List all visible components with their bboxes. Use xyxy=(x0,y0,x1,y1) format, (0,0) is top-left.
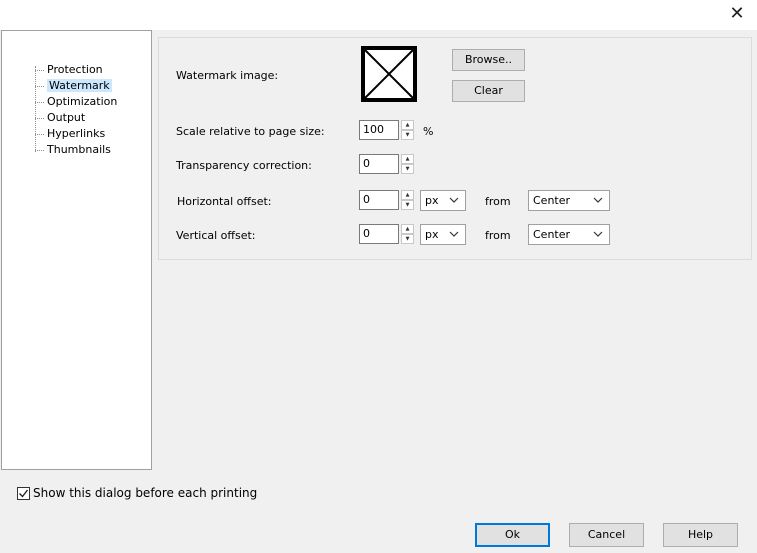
watermark-image-preview xyxy=(361,46,417,102)
spin-up-icon[interactable]: ▲ xyxy=(401,190,414,200)
settings-tree: Protection Watermark Optimization Output… xyxy=(1,30,152,470)
transparency-input[interactable]: 0 xyxy=(359,154,399,174)
tree-item-label: Watermark xyxy=(47,79,112,92)
empty-image-icon xyxy=(361,46,417,102)
scale-label: Scale relative to page size: xyxy=(176,125,325,138)
spin-up-icon[interactable]: ▲ xyxy=(401,154,414,164)
show-dialog-checkbox[interactable] xyxy=(17,487,30,500)
clear-button[interactable]: Clear xyxy=(452,80,525,102)
spin-down-icon[interactable]: ▼ xyxy=(401,200,414,210)
tree-item-label: Thumbnails xyxy=(47,143,111,156)
horizontal-from-select[interactable]: Center xyxy=(528,190,610,211)
vertical-offset-label: Vertical offset: xyxy=(176,229,256,242)
tree-item-protection[interactable]: Protection xyxy=(35,62,106,78)
horizontal-from-value: Center xyxy=(533,194,571,207)
vertical-from-label: from xyxy=(485,229,511,242)
spin-down-icon[interactable]: ▼ xyxy=(401,164,414,174)
horizontal-from-label: from xyxy=(485,195,511,208)
spin-up-icon[interactable]: ▲ xyxy=(401,120,414,130)
tree-item-hyperlinks[interactable]: Hyperlinks xyxy=(35,126,108,142)
ok-button[interactable]: Ok xyxy=(475,523,550,547)
watermark-image-label: Watermark image: xyxy=(176,69,279,82)
cancel-button[interactable]: Cancel xyxy=(569,523,644,547)
chevron-down-icon xyxy=(593,231,603,237)
vertical-unit-value: px xyxy=(425,228,439,241)
horizontal-unit-value: px xyxy=(425,194,439,207)
close-icon[interactable]: ✕ xyxy=(726,4,748,26)
horizontal-unit-select[interactable]: px xyxy=(420,190,466,211)
spin-down-icon[interactable]: ▼ xyxy=(401,234,414,244)
vertical-from-select[interactable]: Center xyxy=(528,224,610,245)
horizontal-offset-input[interactable]: 0 xyxy=(359,190,399,210)
transparency-label: Transparency correction: xyxy=(176,159,312,172)
tree-item-optimization[interactable]: Optimization xyxy=(35,94,120,110)
vertical-unit-select[interactable]: px xyxy=(420,224,466,245)
tree-item-label: Optimization xyxy=(47,95,118,108)
tree-item-label: Protection xyxy=(47,63,103,76)
horizontal-offset-label: Horizontal offset: xyxy=(177,195,272,208)
help-button[interactable]: Help xyxy=(663,523,738,547)
show-dialog-label[interactable]: Show this dialog before each printing xyxy=(33,486,257,500)
tree-item-label: Output xyxy=(47,111,86,124)
vertical-from-value: Center xyxy=(533,228,571,241)
tree-item-watermark[interactable]: Watermark xyxy=(35,78,115,94)
scale-input[interactable]: 100 xyxy=(359,120,399,140)
spin-down-icon[interactable]: ▼ xyxy=(401,130,414,140)
tree-item-label: Hyperlinks xyxy=(47,127,106,140)
tree-item-output[interactable]: Output xyxy=(35,110,88,126)
chevron-down-icon xyxy=(449,197,459,203)
browse-button[interactable]: Browse.. xyxy=(452,49,525,71)
scale-unit: % xyxy=(423,125,434,138)
chevron-down-icon xyxy=(593,197,603,203)
spin-up-icon[interactable]: ▲ xyxy=(401,224,414,234)
vertical-offset-input[interactable]: 0 xyxy=(359,224,399,244)
title-bar: ✕ xyxy=(0,0,757,30)
checkmark-icon xyxy=(19,489,29,498)
tree-item-thumbnails[interactable]: Thumbnails xyxy=(35,142,114,158)
chevron-down-icon xyxy=(449,231,459,237)
